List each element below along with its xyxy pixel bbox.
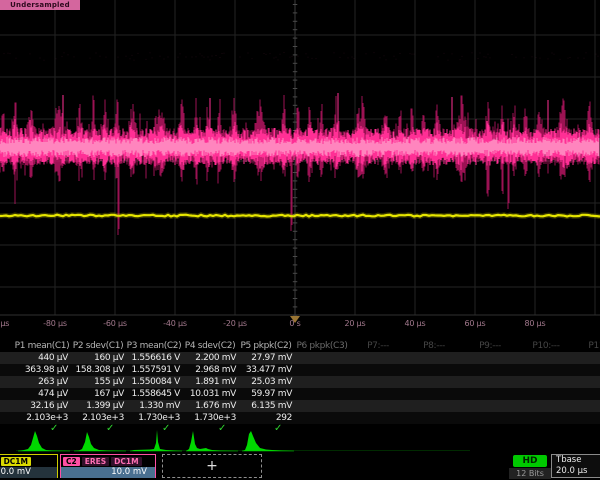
histicon-P3 bbox=[130, 428, 182, 452]
time-axis-label: 60 µs bbox=[445, 319, 505, 328]
time-axis-label: -60 µs bbox=[85, 319, 145, 328]
measurement-stats-row: 440 µV160 µV1.556616 V2.200 mV27.97 mV bbox=[0, 352, 600, 364]
measurement-value: 2.968 mV bbox=[182, 364, 238, 376]
timebase-value: 20.0 µs bbox=[552, 466, 600, 477]
waveform-display bbox=[0, 0, 600, 316]
hd-mode-badge[interactable]: HD bbox=[513, 455, 547, 467]
measurement-value: 440 µV bbox=[14, 352, 70, 364]
measurement-header-5[interactable]: P5 pkpk(C2) bbox=[238, 340, 294, 352]
measurement-value: 1.730e+3 bbox=[126, 412, 182, 424]
measurement-value: 158.308 µV bbox=[70, 364, 126, 376]
measurement-header-7[interactable]: P7:--- bbox=[350, 340, 406, 352]
hd-bits-label: 12 Bits bbox=[509, 468, 551, 479]
measurement-header-8[interactable]: P8:--- bbox=[406, 340, 462, 352]
measurement-value: 160 µV bbox=[70, 352, 126, 364]
histicon-P4 bbox=[186, 428, 238, 452]
trace-layer bbox=[0, 52, 600, 235]
measurement-value: 155 µV bbox=[70, 376, 126, 388]
histicon-P1 bbox=[18, 428, 70, 452]
time-axis-label: -80 µs bbox=[25, 319, 85, 328]
c2-vertical-scale: 10.0 mV bbox=[61, 467, 155, 478]
time-axis-label: 80 µs bbox=[505, 319, 565, 328]
measurement-header-6[interactable]: P6 pkpk(C3) bbox=[294, 340, 350, 352]
measurement-value: 292 bbox=[238, 412, 294, 424]
time-axis-label: -20 µs bbox=[205, 319, 265, 328]
measurement-value: 167 µV bbox=[70, 388, 126, 400]
measurement-value: 10.031 mV bbox=[182, 388, 238, 400]
measurement-value: 1.557591 V bbox=[126, 364, 182, 376]
measurement-header-9[interactable]: P9:--- bbox=[462, 340, 518, 352]
time-axis-label: 20 µs bbox=[325, 319, 385, 328]
time-axis: -100 µs-80 µs-60 µs-40 µs-20 µs0 s20 µs4… bbox=[0, 316, 600, 336]
time-axis-label: 40 µs bbox=[385, 319, 445, 328]
measurement-header-11[interactable]: P11:--- bbox=[574, 340, 600, 352]
c2-eres-badge: ERES bbox=[82, 457, 109, 466]
measurement-header-row: P1 mean(C1)P2 sdev(C1)P3 mean(C2)P4 sdev… bbox=[0, 340, 600, 352]
c1-vertical-scale: 10.0 mV bbox=[0, 467, 57, 478]
trigger-position-icon[interactable] bbox=[290, 316, 300, 323]
time-axis-label: -100 µs bbox=[0, 319, 25, 328]
measurement-value: 474 µV bbox=[14, 388, 70, 400]
measurement-header-10[interactable]: P10:--- bbox=[518, 340, 574, 352]
measurement-header-3[interactable]: P3 mean(C2) bbox=[126, 340, 182, 352]
measurement-value: 6.135 mV bbox=[238, 400, 294, 412]
timebase-label: Tbase bbox=[552, 455, 600, 466]
measurement-value: 1.676 mV bbox=[182, 400, 238, 412]
histicon-P2 bbox=[74, 428, 126, 452]
measurement-value: 2.103e+3 bbox=[70, 412, 126, 424]
time-axis-label: -40 µs bbox=[145, 319, 205, 328]
measurement-value: 263 µV bbox=[14, 376, 70, 388]
measurement-header-1[interactable]: P1 mean(C1) bbox=[14, 340, 70, 352]
measurement-header-4[interactable]: P4 sdev(C2) bbox=[182, 340, 238, 352]
histicon-P5 bbox=[242, 428, 294, 452]
measurement-table: P1 mean(C1)P2 sdev(C1)P3 mean(C2)P4 sdev… bbox=[0, 340, 600, 434]
c2-coupling-badge: DC1M bbox=[111, 457, 141, 466]
c1-coupling-badge: DC1M bbox=[1, 457, 31, 466]
measurement-value: 32.16 µV bbox=[14, 400, 70, 412]
oscilloscope-screen: Undersampled -100 µs-80 µs-60 µs-40 µs-2… bbox=[0, 0, 600, 480]
measurement-stats-row: 32.16 µV1.399 µV1.330 mV1.676 mV6.135 mV bbox=[0, 400, 600, 412]
measurement-value: 2.200 mV bbox=[182, 352, 238, 364]
measurement-value: 1.550084 V bbox=[126, 376, 182, 388]
measurement-value: 59.97 mV bbox=[238, 388, 294, 400]
c2-label-badge: C2 bbox=[63, 457, 80, 466]
measurement-stats-row: 474 µV167 µV1.558645 V10.031 mV59.97 mV bbox=[0, 388, 600, 400]
measurement-value: 1.330 mV bbox=[126, 400, 182, 412]
measurement-value: 1.730e+3 bbox=[182, 412, 238, 424]
channel-c2-descriptor[interactable]: C2 ERES DC1M 10.0 mV bbox=[60, 454, 156, 478]
measurement-value: 1.558645 V bbox=[126, 388, 182, 400]
measurement-value: 1.891 mV bbox=[182, 376, 238, 388]
measurement-value: 33.477 mV bbox=[238, 364, 294, 376]
measurement-stats-row: 363.98 µV158.308 µV1.557591 V2.968 mV33.… bbox=[0, 364, 600, 376]
plus-icon: + bbox=[206, 458, 218, 474]
measurement-header-2[interactable]: P2 sdev(C1) bbox=[70, 340, 126, 352]
measurement-value: 2.103e+3 bbox=[14, 412, 70, 424]
measurement-stats-row: 2.103e+32.103e+31.730e+31.730e+3292 bbox=[0, 412, 600, 424]
timebase-descriptor[interactable]: Tbase 20.0 µs bbox=[551, 454, 600, 478]
channel-c1-descriptor[interactable]: DC1M 10.0 mV bbox=[0, 454, 58, 478]
measurement-value: 27.97 mV bbox=[238, 352, 294, 364]
measurement-value: 363.98 µV bbox=[14, 364, 70, 376]
add-trace-button[interactable]: + bbox=[162, 454, 262, 478]
status-badge: Undersampled bbox=[0, 0, 80, 10]
measurement-value: 1.399 µV bbox=[70, 400, 126, 412]
measurement-stats-row: 263 µV155 µV1.550084 V1.891 mV25.03 mV bbox=[0, 376, 600, 388]
measurement-value: 1.556616 V bbox=[126, 352, 182, 364]
measurement-value: 25.03 mV bbox=[238, 376, 294, 388]
